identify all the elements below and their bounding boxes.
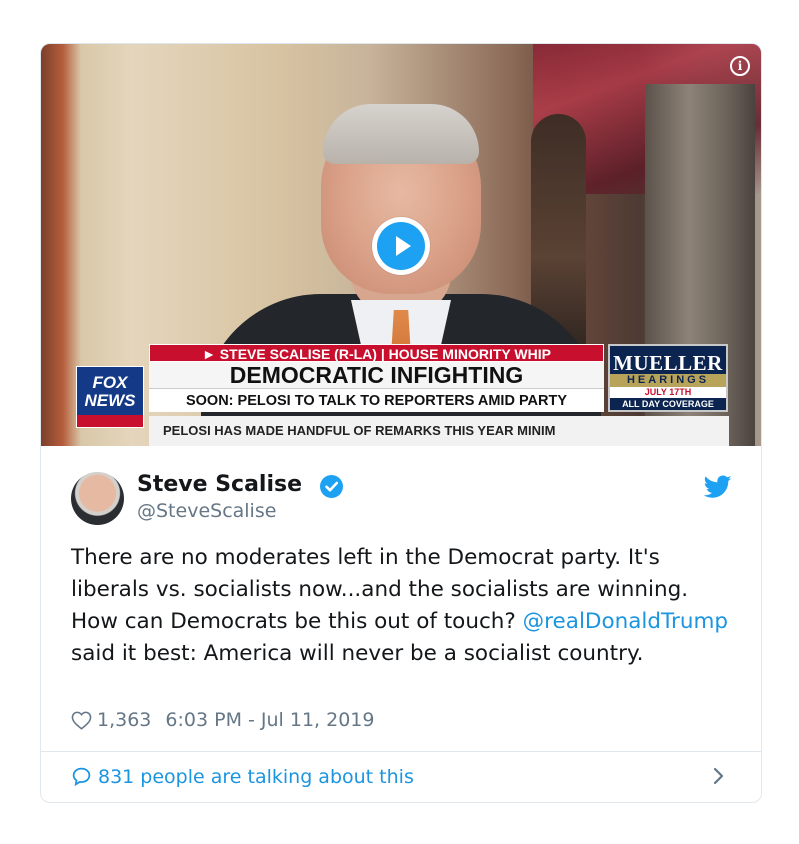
- promo-line-2: HEARINGS: [610, 374, 726, 387]
- info-icon[interactable]: i: [730, 56, 750, 76]
- chevron-right-icon[interactable]: [712, 766, 726, 790]
- news-chyron: FOX NEWS ► STEVE SCALISE (R-LA) | HOUSE M…: [41, 344, 761, 446]
- play-icon[interactable]: [372, 217, 430, 275]
- twitter-bird-icon[interactable]: [703, 475, 732, 503]
- author-handle[interactable]: @SteveScalise: [137, 499, 276, 523]
- chyron-nameplate: ► STEVE SCALISE (R-LA) | HOUSE MINORITY …: [149, 344, 604, 362]
- talking-count-label[interactable]: 831 people are talking about this: [98, 766, 414, 788]
- heart-icon[interactable]: [71, 710, 92, 738]
- chyron-ticker: PELOSI HAS MADE HANDFUL OF REMARKS THIS …: [149, 416, 729, 446]
- tweet-timestamp[interactable]: 6:03 PM - Jul 11, 2019: [165, 709, 374, 731]
- promo-line-3: JULY 17TH: [610, 387, 726, 398]
- promo-line-1: MUELLER: [613, 351, 723, 375]
- chyron-headline: DEMOCRATIC INFIGHTING: [149, 362, 604, 388]
- conversation-link[interactable]: 831 people are talking about this: [71, 762, 414, 796]
- chyron-subheadline: SOON: PELOSI TO TALK TO REPORTERS AMID P…: [149, 388, 604, 433]
- speaker-hair: [323, 104, 479, 164]
- tweet-text-part-2: said it best: America will never be a so…: [71, 641, 644, 666]
- mention-link[interactable]: @realDonaldTrump: [523, 609, 728, 634]
- tweet-meta: 1,363 6:03 PM - Jul 11, 2019: [71, 706, 374, 738]
- mueller-hearings-promo: MUELLER HEARINGS JULY 17TH ALL DAY COVER…: [608, 344, 728, 412]
- tweet-text: There are no moderates left in the Democ…: [71, 542, 741, 670]
- video-thumbnail[interactable]: FOX NEWS ► STEVE SCALISE (R-LA) | HOUSE M…: [41, 44, 761, 446]
- fox-news-logo: FOX NEWS: [76, 366, 144, 428]
- like-count[interactable]: 1,363: [97, 709, 151, 731]
- avatar[interactable]: [71, 472, 124, 525]
- author-name[interactable]: Steve Scalise: [137, 471, 302, 499]
- speech-bubble-icon: [71, 766, 92, 796]
- promo-line-4: ALL DAY COVERAGE: [622, 399, 714, 409]
- divider: [41, 751, 761, 752]
- embedded-tweet-card: FOX NEWS ► STEVE SCALISE (R-LA) | HOUSE M…: [40, 43, 762, 803]
- verified-badge-icon: [320, 475, 343, 498]
